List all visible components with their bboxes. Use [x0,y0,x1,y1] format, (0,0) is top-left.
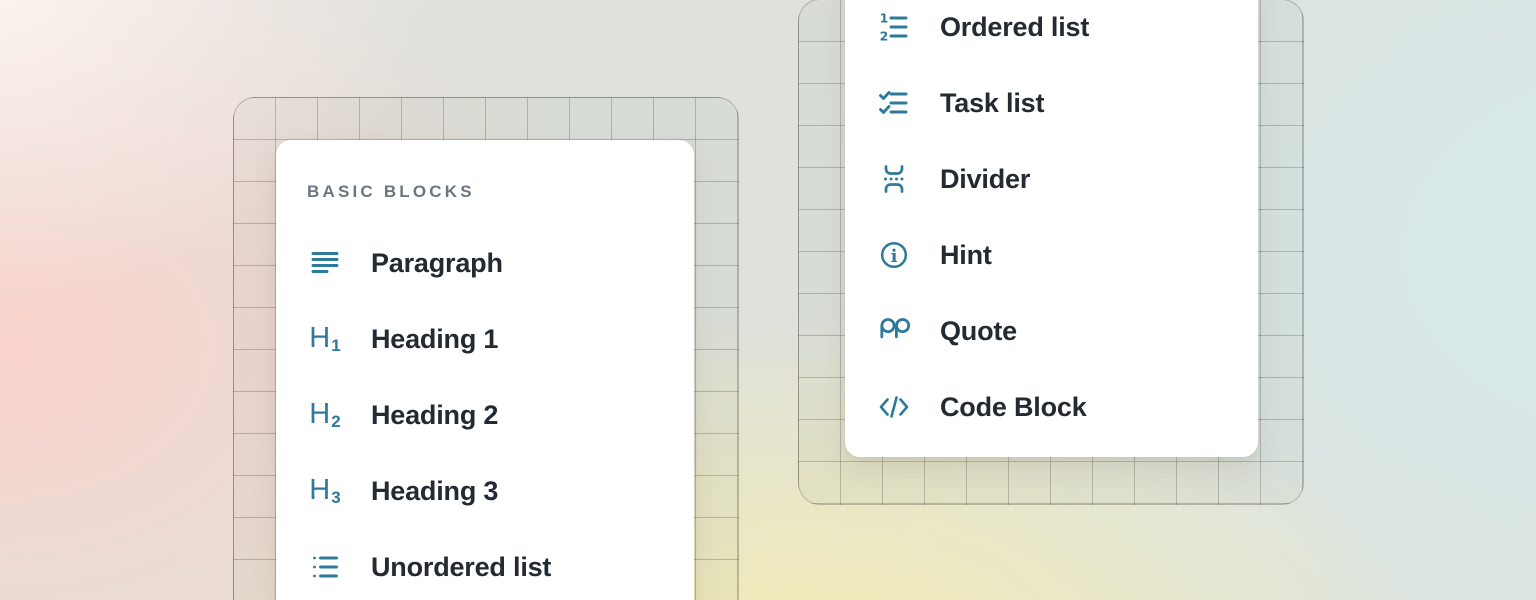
code-block-icon [876,389,912,425]
menu-item-quote[interactable]: Quote [845,293,1258,369]
menu-item-heading-2[interactable]: H2 Heading 2 [276,377,694,453]
menu-item-hint[interactable]: i Hint [845,217,1258,293]
menu-item-label: Task list [940,88,1044,119]
unordered-list-icon [307,549,343,585]
menu-item-unordered-list[interactable]: Unordered list [276,529,694,600]
basic-blocks-menu-card: BASIC BLOCKS Paragraph H1 Heading 1 H2 Headi… [276,140,694,600]
task-list-icon [876,85,912,121]
menu-item-label: Code Block [940,392,1087,423]
insert-blocks-item-list: 1 2 Ordered list Task list Divider i Hin… [845,0,1258,445]
menu-item-label: Quote [940,316,1017,347]
menu-item-heading-1[interactable]: H1 Heading 1 [276,301,694,377]
menu-item-task-list[interactable]: Task list [845,65,1258,141]
menu-item-label: Ordered list [940,12,1089,43]
promo-canvas: BASIC BLOCKS Paragraph H1 Heading 1 H2 Headi… [0,0,1536,600]
menu-item-heading-3[interactable]: H3 Heading 3 [276,453,694,529]
quote-icon [876,313,912,349]
menu-item-label: Unordered list [371,552,551,583]
menu-item-ordered-list[interactable]: 1 2 Ordered list [845,0,1258,65]
svg-text:1: 1 [880,11,889,26]
ordered-list-icon: 1 2 [876,9,912,45]
menu-item-label: Paragraph [371,248,503,279]
section-header-basic-blocks: BASIC BLOCKS [307,180,694,204]
menu-item-label: Heading 1 [371,324,498,355]
menu-item-divider[interactable]: Divider [845,141,1258,217]
menu-item-label: Heading 3 [371,476,498,507]
menu-item-label: Heading 2 [371,400,498,431]
heading-3-icon: H3 [307,473,343,509]
svg-text:2: 2 [880,29,889,44]
menu-item-paragraph[interactable]: Paragraph [276,225,694,301]
svg-text:i: i [891,246,898,267]
basic-blocks-item-list: Paragraph H1 Heading 1 H2 Heading 2 H3 Heading… [276,225,694,600]
heading-2-icon: H2 [307,397,343,433]
insert-blocks-menu-card: 1 2 Ordered list Task list Divider i Hin… [845,0,1258,457]
menu-item-label: Divider [940,164,1030,195]
menu-item-label: Hint [940,240,992,271]
hint-icon: i [876,237,912,273]
heading-1-icon: H1 [307,321,343,357]
divider-icon [876,161,912,197]
menu-item-code-block[interactable]: Code Block [845,369,1258,445]
paragraph-icon [307,245,343,281]
